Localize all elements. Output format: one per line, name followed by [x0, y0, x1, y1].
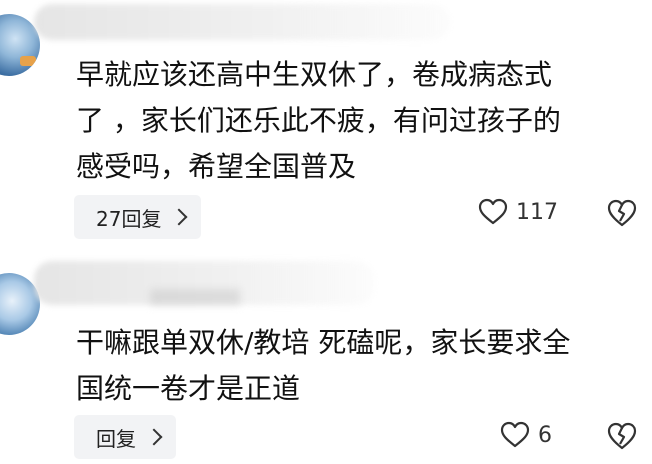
- replies-button[interactable]: 回复: [74, 415, 176, 459]
- username-blurred: [34, 4, 450, 40]
- chevron-right-icon: [170, 208, 188, 226]
- like-button[interactable]: 6: [500, 421, 552, 449]
- replies-label: 27回复: [96, 206, 162, 231]
- chevron-right-icon: [145, 428, 163, 446]
- like-button[interactable]: 117: [478, 198, 558, 226]
- broken-heart-icon: [607, 199, 637, 227]
- replies-label: 回复: [96, 426, 136, 451]
- like-count: 6: [538, 422, 552, 448]
- comment-item: 早就应该还高中生双休了，卷成病态式 了 ，家长们还乐此不疲，有问过孩子的 感受吗…: [0, 0, 652, 250]
- comment-text: 早就应该还高中生双休了，卷成病态式 了 ，家长们还乐此不疲，有问过孩子的 感受吗…: [76, 58, 561, 183]
- comment-item: 干嘛跟单双休/教培 死磕呢，家长要求全 国统一卷才是正道 回复 6: [0, 255, 652, 464]
- dislike-button[interactable]: [606, 198, 638, 232]
- heart-icon: [478, 198, 508, 225]
- meta-blurred: [150, 289, 240, 305]
- like-count: 117: [516, 199, 558, 225]
- replies-button[interactable]: 27回复: [74, 195, 202, 239]
- broken-heart-icon: [607, 422, 637, 450]
- heart-icon: [500, 421, 530, 448]
- dislike-button[interactable]: [606, 421, 638, 455]
- comment-text: 干嘛跟单双休/教培 死磕呢，家长要求全 国统一卷才是正道: [76, 326, 571, 405]
- avatar-badge: [20, 56, 36, 66]
